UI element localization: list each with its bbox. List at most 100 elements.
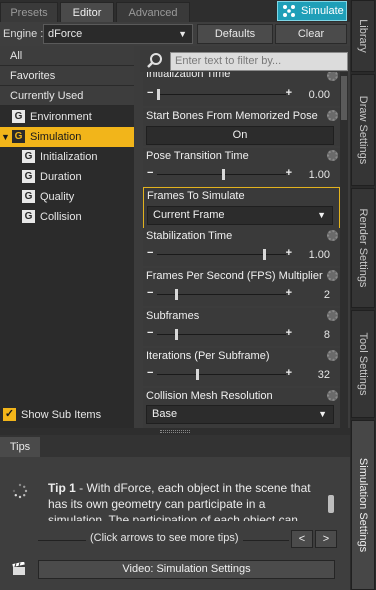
- start-bones-toggle[interactable]: On: [146, 126, 334, 145]
- tab-simulation-settings[interactable]: Simulation Settings: [351, 420, 375, 590]
- simulate-label: Simulate: [301, 5, 344, 17]
- tree-item-label: Quality: [40, 191, 75, 203]
- tab-tips[interactable]: Tips: [0, 437, 40, 457]
- increment-icon[interactable]: +: [286, 327, 292, 339]
- tree-item-label: Duration: [40, 171, 82, 183]
- increment-icon[interactable]: +: [286, 87, 292, 99]
- tab-render-settings[interactable]: Render Settings: [351, 188, 375, 308]
- tab-label: Simulation Settings: [357, 457, 369, 553]
- gear-icon[interactable]: [327, 270, 338, 281]
- engine-row: Engine : dForce ▼ Defaults Clear: [0, 22, 350, 46]
- divider: [38, 540, 86, 541]
- decrement-icon[interactable]: −: [147, 327, 153, 339]
- gear-icon[interactable]: [327, 310, 338, 321]
- clear-button[interactable]: Clear: [275, 24, 347, 44]
- frames-to-simulate-dropdown[interactable]: Current Frame ▼: [147, 206, 333, 225]
- top-tab-bar: Presets Editor Advanced Simulate: [0, 0, 350, 22]
- decrement-icon[interactable]: −: [147, 367, 153, 379]
- slider-knob[interactable]: [262, 249, 266, 260]
- property-label: Collision Mesh Resolution: [146, 390, 273, 402]
- tip-scrollbar[interactable]: [328, 495, 334, 513]
- tab-library[interactable]: Library: [351, 0, 375, 72]
- show-sub-items-label: Show Sub Items: [21, 409, 102, 421]
- tree-item-favorites[interactable]: Favorites: [0, 66, 134, 86]
- gear-icon[interactable]: [327, 350, 338, 361]
- properties-scrollbar[interactable]: [340, 72, 348, 428]
- tab-draw-settings[interactable]: Draw Settings: [351, 74, 375, 186]
- tree-item-collision[interactable]: G Collision: [0, 207, 134, 227]
- gear-icon[interactable]: [327, 230, 338, 241]
- tree-item-label: Collision: [40, 211, 82, 223]
- slider-track[interactable]: [157, 94, 286, 95]
- tab-advanced[interactable]: Advanced: [116, 2, 190, 22]
- tree-item-initialization[interactable]: G Initialization: [0, 147, 134, 167]
- increment-icon[interactable]: +: [286, 367, 292, 379]
- property-start-bones: Start Bones From Memorized Pose On: [143, 108, 340, 146]
- engine-select[interactable]: dForce ▼: [43, 24, 193, 44]
- property-value[interactable]: 2: [324, 289, 330, 301]
- video-simulation-settings-button[interactable]: Video: Simulation Settings: [38, 560, 335, 579]
- group-icon: G: [12, 130, 25, 143]
- property-frames-to-simulate: Frames To Simulate Current Frame ▼: [143, 187, 340, 229]
- chevron-down-icon: ▼: [318, 409, 327, 419]
- collision-mesh-dropdown[interactable]: Base ▼: [146, 405, 334, 424]
- property-iterations: Iterations (Per Subframe) − + 32: [143, 348, 340, 386]
- tree-item-all[interactable]: All: [0, 46, 134, 66]
- tab-tool-settings[interactable]: Tool Settings: [351, 310, 375, 418]
- next-tip-button[interactable]: >: [315, 530, 337, 548]
- slider-knob[interactable]: [157, 89, 160, 100]
- tab-editor[interactable]: Editor: [60, 2, 114, 22]
- expand-triangle-icon[interactable]: ▼: [1, 127, 10, 147]
- property-label: Stabilization Time: [146, 230, 233, 242]
- previous-tip-button[interactable]: <: [291, 530, 313, 548]
- decrement-icon[interactable]: −: [147, 247, 153, 259]
- scrollbar-thumb[interactable]: [341, 76, 347, 120]
- gear-icon[interactable]: [327, 150, 338, 161]
- filter-bar: Enter text to filter by...: [140, 50, 350, 72]
- slider-knob[interactable]: [175, 289, 179, 300]
- property-label: Frames To Simulate: [147, 190, 245, 202]
- tab-label: Tool Settings: [357, 332, 369, 396]
- group-icon: G: [22, 170, 35, 183]
- slider-knob[interactable]: [195, 369, 199, 380]
- defaults-button[interactable]: Defaults: [197, 24, 273, 44]
- pane-splitter[interactable]: [0, 428, 350, 435]
- tree-item-simulation[interactable]: ▼ G Simulation: [0, 127, 134, 147]
- decrement-icon[interactable]: −: [147, 167, 153, 179]
- tips-hint: (Click arrows to see more tips): [90, 532, 239, 544]
- slider-track[interactable]: [157, 254, 286, 255]
- show-sub-items-toggle[interactable]: ✓ Show Sub Items: [3, 407, 101, 423]
- property-label: Subframes: [146, 310, 200, 322]
- tip-title: Tip 1: [48, 481, 76, 495]
- filter-input[interactable]: Enter text to filter by...: [170, 52, 348, 71]
- property-value[interactable]: 1.00: [309, 249, 330, 261]
- slider-track[interactable]: [157, 374, 286, 375]
- gear-icon[interactable]: [327, 110, 338, 121]
- tab-label: Library: [357, 19, 369, 53]
- increment-icon[interactable]: +: [286, 167, 292, 179]
- simulate-button[interactable]: Simulate: [277, 1, 347, 21]
- decrement-icon[interactable]: −: [147, 287, 153, 299]
- property-value[interactable]: 1.00: [309, 169, 330, 181]
- increment-icon[interactable]: +: [286, 287, 292, 299]
- tree-item-label: Initialization: [40, 151, 98, 163]
- property-label: Start Bones From Memorized Pose: [146, 110, 318, 122]
- chevron-down-icon: ▼: [317, 210, 326, 220]
- property-value[interactable]: 0.00: [309, 89, 330, 101]
- checkbox-checked-icon[interactable]: ✓: [3, 408, 16, 421]
- group-icon: G: [22, 190, 35, 203]
- tree-item-environment[interactable]: G Environment: [0, 107, 134, 127]
- gear-icon[interactable]: [327, 72, 338, 81]
- decrement-icon[interactable]: −: [147, 87, 153, 99]
- tree-item-quality[interactable]: G Quality: [0, 187, 134, 207]
- tree-item-duration[interactable]: G Duration: [0, 167, 134, 187]
- property-value[interactable]: 8: [324, 329, 330, 341]
- slider-knob[interactable]: [175, 329, 179, 340]
- property-value[interactable]: 32: [318, 369, 330, 381]
- tree-item-currently-used[interactable]: Currently Used: [0, 86, 134, 106]
- gear-icon[interactable]: [327, 390, 338, 401]
- tab-presets[interactable]: Presets: [0, 2, 58, 22]
- group-icon: G: [12, 110, 25, 123]
- increment-icon[interactable]: +: [286, 247, 292, 259]
- slider-knob[interactable]: [221, 169, 225, 180]
